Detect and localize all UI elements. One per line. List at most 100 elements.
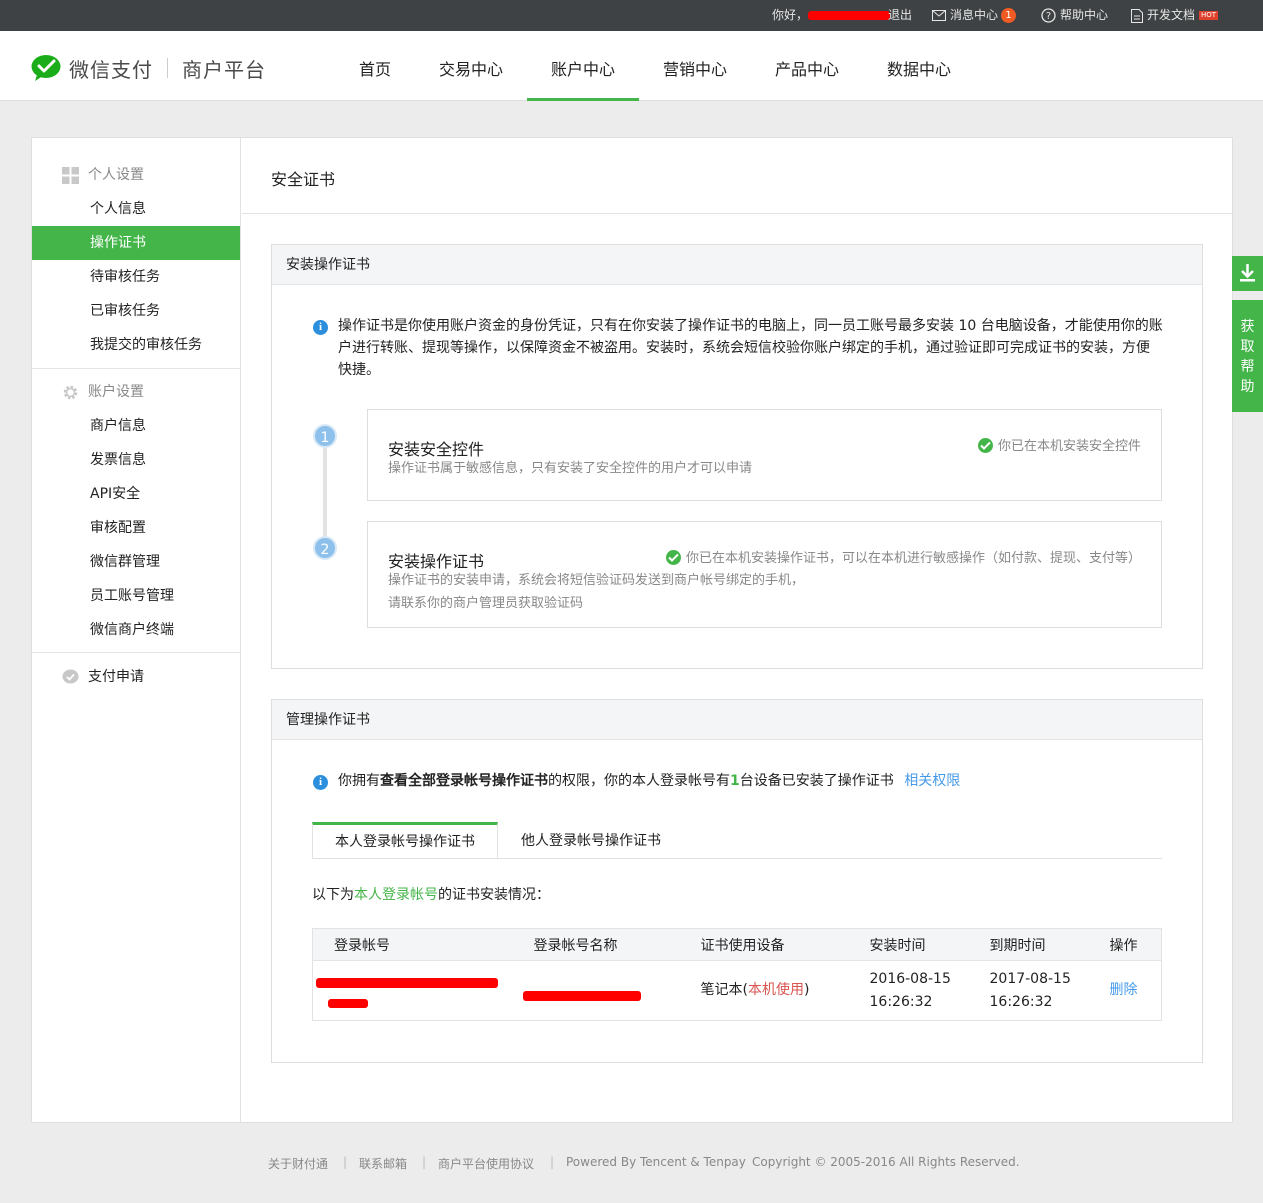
install-info-text: 操作证书是你使用账户资金的身份凭证，只有在你安装了操作证书的电脑上，同一员工账号…: [338, 315, 1188, 381]
get-help-button[interactable]: 获取帮助: [1232, 300, 1263, 412]
footer: 关于财付通 | 联系邮箱 | 商户平台使用协议 | Powered By Ten…: [0, 1155, 1263, 1173]
sidebar-item-certificate[interactable]: 操作证书: [32, 226, 240, 260]
manage-info-prefix: 你拥有: [338, 773, 380, 789]
page-title: 安全证书: [271, 170, 336, 189]
sidebar-item-my-submitted-tasks[interactable]: 我提交的审核任务: [32, 328, 240, 362]
wechat-pay-logo[interactable]: 微信支付 商户平台: [31, 53, 266, 83]
footer-copyright: Copyright © 2005-2016 All Rights Reserve…: [752, 1155, 1020, 1169]
chat-bubble-icon: [62, 669, 79, 683]
related-permissions-link[interactable]: 相关权限: [904, 773, 960, 789]
dev-docs-label: 开发文档: [1147, 8, 1196, 22]
cell-device: 笔记本(本机使用): [681, 961, 850, 1021]
sidebar-group-personal-label: 个人设置: [88, 167, 144, 183]
nav-products[interactable]: 产品中心: [751, 31, 863, 101]
footer-divider: |: [550, 1155, 555, 1169]
expire-time: 16:26:32: [989, 993, 1053, 1010]
install-info-line: 操作证书是你使用账户资金的身份凭证，只有在你安装了操作证书的电脑上，同一员工账号…: [338, 318, 1163, 334]
sidebar-item-payment-apply[interactable]: 支付申请: [62, 667, 144, 687]
redacted-account: [328, 998, 368, 1008]
nav-data[interactable]: 数据中心: [863, 31, 975, 101]
greeting-text: 你好，: [772, 8, 809, 22]
get-help-label: 获取帮助: [1240, 319, 1255, 395]
sidebar-item-personal-info[interactable]: 个人信息: [32, 192, 240, 226]
sidebar-divider: [32, 368, 240, 369]
install-date: 2016-08-15: [869, 970, 951, 987]
brand-name: 微信支付: [69, 57, 153, 82]
footer-link-agreement[interactable]: 商户平台使用协议: [438, 1155, 534, 1172]
download-icon: [1240, 264, 1255, 282]
manage-info-text: 你拥有查看全部登录帐号操作证书的权限，你的本人登录帐号有1台设备已安装了操作证书…: [338, 770, 960, 792]
footer-divider: |: [343, 1155, 348, 1169]
step-connector: [323, 437, 327, 549]
sidebar-item-merchant-terminal[interactable]: 微信商户终端: [32, 613, 240, 647]
sidebar-group-personal: 个人设置: [62, 165, 144, 185]
brand-subtitle: 商户平台: [182, 57, 266, 82]
step-description: 操作证书的安装申请，系统会将短信验证码发送到商户帐号绑定的手机， 请联系你的商户…: [388, 569, 804, 615]
check-icon: [977, 438, 993, 453]
message-center-link[interactable]: 消息中心 1: [932, 0, 1017, 31]
step-description-line: 操作证书的安装申请，系统会将短信验证码发送到商户帐号绑定的手机，: [388, 573, 805, 588]
grid-icon: [62, 166, 79, 184]
col-device: 证书使用设备: [680, 928, 850, 961]
col-install-time: 安装时间: [849, 928, 970, 961]
footer-link-about[interactable]: 关于财付通: [268, 1155, 328, 1172]
step-status: 你已在本机安装安全控件: [977, 435, 1141, 454]
sidebar: 个人设置 个人信息 操作证书 待审核任务 已审核任务 我提交的审核任务 账户设置…: [32, 138, 241, 1122]
title-divider: [242, 213, 1232, 214]
sidebar-item-invoice-info[interactable]: 发票信息: [32, 443, 240, 477]
step-description: 操作证书属于敏感信息，只有安装了安全控件的用户才可以申请: [388, 461, 753, 476]
permission-name: 查看全部登录帐号操作证书: [380, 773, 548, 789]
manage-section-header: 管理操作证书: [272, 700, 1202, 740]
top-bar: 你好， 退出 消息中心 1 ? 帮助中心 开发文档 HOT: [0, 0, 1263, 31]
check-icon: [665, 550, 681, 565]
step-card-install-certificate: 安装操作证书 操作证书的安装申请，系统会将短信验证码发送到商户帐号绑定的手机， …: [367, 521, 1162, 628]
hot-badge: HOT: [1199, 11, 1219, 20]
download-button[interactable]: [1232, 256, 1263, 291]
footer-link-contact[interactable]: 联系邮箱: [359, 1155, 407, 1172]
sidebar-group-account-label: 账户设置: [88, 384, 144, 400]
sidebar-item-merchant-info[interactable]: 商户信息: [32, 409, 240, 443]
cell-account-name: [513, 961, 681, 1021]
sidebar-item-reviewed-tasks[interactable]: 已审核任务: [32, 294, 240, 328]
question-icon: ?: [1041, 8, 1056, 23]
sidebar-item-review-config[interactable]: 审核配置: [32, 511, 240, 545]
sidebar-item-api-security[interactable]: API安全: [32, 477, 240, 511]
cert-list-caption: 以下为本人登录帐号的证书安装情况：: [312, 884, 550, 906]
nav-account[interactable]: 账户中心: [527, 31, 639, 101]
install-info-line: 户进行转账、提现等操作，以保障资金不被盗用。安装时，系统会短信校验你账户绑定的手…: [338, 340, 1150, 356]
footer-powered: Powered By Tencent & Tenpay: [566, 1155, 746, 1169]
device-name: 笔记本(: [700, 982, 748, 998]
dev-docs-link[interactable]: 开发文档 HOT: [1131, 0, 1219, 31]
own-account-link[interactable]: 本人登录帐号: [354, 887, 438, 903]
step-number: 2: [313, 536, 337, 560]
message-center-label: 消息中心: [950, 8, 999, 22]
cert-list-prefix: 以下为: [312, 887, 354, 903]
info-icon: i: [313, 775, 328, 790]
sidebar-group-account: 账户设置: [62, 382, 144, 402]
document-icon: [1131, 8, 1143, 23]
nav-marketing[interactable]: 营销中心: [639, 31, 751, 101]
step-description-line: 请联系你的商户管理员获取验证码: [388, 596, 584, 611]
step-card-security-control: 安装安全控件 操作证书属于敏感信息，只有安装了安全控件的用户才可以申请 你已在本…: [367, 409, 1162, 501]
sidebar-item-staff-accounts[interactable]: 员工账号管理: [32, 579, 240, 613]
tab-other-account-certs[interactable]: 他人登录帐号操作证书: [498, 822, 684, 858]
manage-info-suffix: 台设备已安装了操作证书: [739, 773, 894, 789]
install-info-line: 快捷。: [338, 362, 380, 378]
table-row: 笔记本(本机使用) 2016-08-15 16:26:32 2017-08-15…: [313, 961, 1162, 1021]
cell-install-time: 2016-08-15 16:26:32: [850, 961, 970, 1021]
sidebar-item-wechat-group[interactable]: 微信群管理: [32, 545, 240, 579]
message-count-badge: 1: [1001, 8, 1017, 23]
logout-link[interactable]: 退出: [888, 0, 912, 31]
cell-action: 删除: [1090, 961, 1162, 1021]
delete-certificate-link[interactable]: 删除: [1110, 982, 1138, 998]
col-action: 操作: [1089, 928, 1162, 961]
nav-transactions[interactable]: 交易中心: [415, 31, 527, 101]
sidebar-item-pending-tasks[interactable]: 待审核任务: [32, 260, 240, 294]
expire-date: 2017-08-15: [989, 970, 1071, 987]
main-panel: 个人设置 个人信息 操作证书 待审核任务 已审核任务 我提交的审核任务 账户设置…: [31, 137, 1233, 1123]
logo-divider: [167, 58, 168, 78]
tab-own-account-certs[interactable]: 本人登录帐号操作证书: [312, 822, 498, 858]
wechat-pay-logo-icon: [31, 55, 61, 81]
cell-expire-time: 2017-08-15 16:26:32: [970, 961, 1090, 1021]
help-center-link[interactable]: ? 帮助中心: [1041, 0, 1108, 31]
